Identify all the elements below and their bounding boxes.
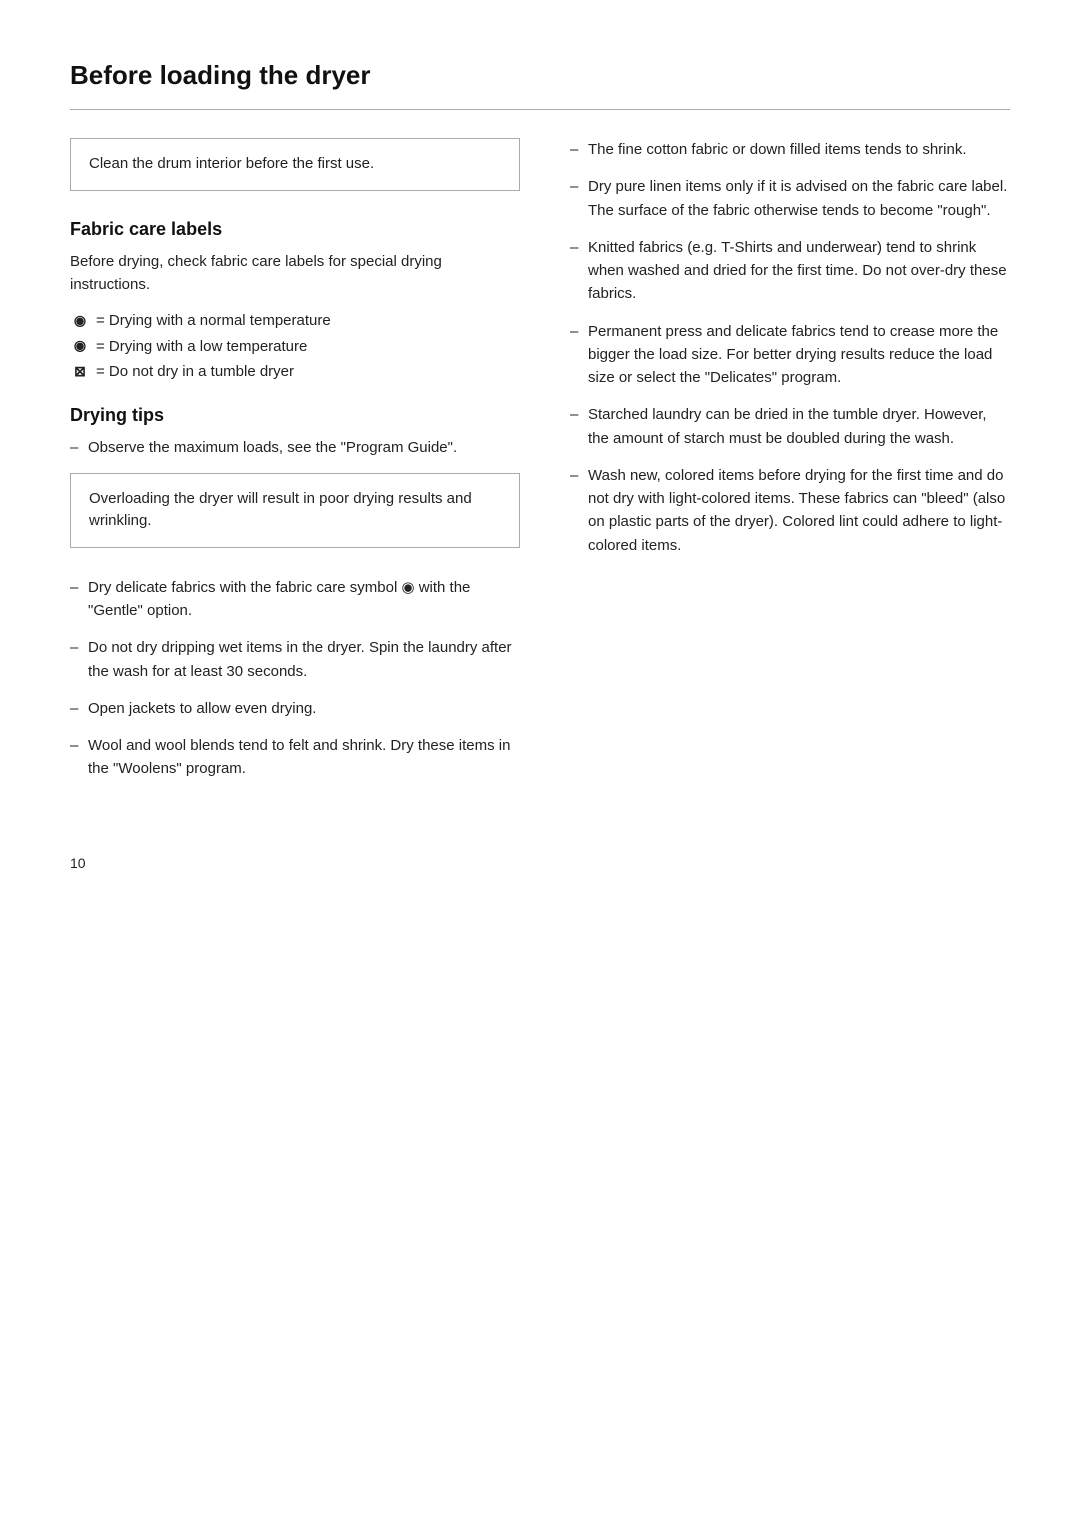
right-tip-knitted: Knitted fabrics (e.g. T-Shirts and under…	[570, 236, 1010, 306]
symbol-low: ◉ = Drying with a low temperature	[70, 334, 520, 360]
right-tip-linen: Dry pure linen items only if it is advis…	[570, 175, 1010, 222]
symbol-normal: ◉ = Drying with a normal temperature	[70, 308, 520, 334]
right-column: The fine cotton fabric or down filled it…	[570, 138, 1010, 795]
right-tip-permanent-text: Permanent press and delicate fabrics ten…	[588, 323, 998, 387]
left-column: Clean the drum interior before the first…	[70, 138, 520, 795]
overload-warning-text: Overloading the dryer will result in poo…	[89, 490, 472, 530]
drying-tips-more: Dry delicate fabrics with the fabric car…	[70, 576, 520, 781]
drying-tips-first: Observe the maximum loads, see the "Prog…	[70, 436, 520, 459]
right-tip-cotton: The fine cotton fabric or down filled it…	[570, 138, 1010, 161]
right-tip-starch-text: Starched laundry can be dried in the tum…	[588, 406, 987, 446]
right-tip-linen-text: Dry pure linen items only if it is advis…	[588, 178, 1007, 218]
tip-wet: Do not dry dripping wet items in the dry…	[70, 636, 520, 683]
tip-item-observe: Observe the maximum loads, see the "Prog…	[70, 436, 520, 459]
symbol-no-dry: ⊠ = Do not dry in a tumble dryer	[70, 359, 520, 385]
fabric-care-intro: Before drying, check fabric care labels …	[70, 250, 520, 297]
symbol-list: ◉ = Drying with a normal temperature ◉ =…	[70, 308, 520, 385]
right-tip-colored-text: Wash new, colored items before drying fo…	[588, 467, 1005, 554]
title-divider	[70, 109, 1010, 110]
right-tip-knitted-text: Knitted fabrics (e.g. T-Shirts and under…	[588, 239, 1007, 303]
page-title: Before loading the dryer	[70, 60, 1010, 91]
drum-clean-note: Clean the drum interior before the first…	[70, 138, 520, 191]
main-content: Clean the drum interior before the first…	[70, 138, 1010, 795]
right-tip-cotton-text: The fine cotton fabric or down filled it…	[588, 141, 967, 158]
overload-warning-box: Overloading the dryer will result in poo…	[70, 473, 520, 548]
drum-clean-text: Clean the drum interior before the first…	[89, 155, 374, 172]
normal-temp-icon: ◉	[70, 311, 90, 331]
tip-wool: Wool and wool blends tend to felt and sh…	[70, 734, 520, 781]
right-tip-permanent: Permanent press and delicate fabrics ten…	[570, 320, 1010, 390]
symbol-no-dry-text: = Do not dry in a tumble dryer	[96, 359, 294, 385]
right-tips-list: The fine cotton fabric or down filled it…	[570, 138, 1010, 557]
symbol-normal-text: = Drying with a normal temperature	[96, 308, 331, 334]
right-tip-colored: Wash new, colored items before drying fo…	[570, 464, 1010, 557]
tip-delicate-text: Dry delicate fabrics with the fabric car…	[88, 579, 470, 619]
tip-jackets: Open jackets to allow even drying.	[70, 697, 520, 720]
tip-jackets-text: Open jackets to allow even drying.	[88, 700, 316, 717]
tip-wet-text: Do not dry dripping wet items in the dry…	[88, 639, 512, 679]
tip-observe-text: Observe the maximum loads, see the "Prog…	[88, 439, 457, 456]
tip-delicate: Dry delicate fabrics with the fabric car…	[70, 576, 520, 623]
low-temp-icon: ◉	[70, 336, 90, 356]
symbol-low-text: = Drying with a low temperature	[96, 334, 307, 360]
right-tip-starch: Starched laundry can be dried in the tum…	[570, 403, 1010, 450]
fabric-care-heading: Fabric care labels	[70, 219, 520, 240]
drying-tips-heading: Drying tips	[70, 405, 520, 426]
no-dry-icon: ⊠	[70, 362, 90, 382]
tip-wool-text: Wool and wool blends tend to felt and sh…	[88, 737, 510, 777]
page-number: 10	[70, 855, 1010, 871]
